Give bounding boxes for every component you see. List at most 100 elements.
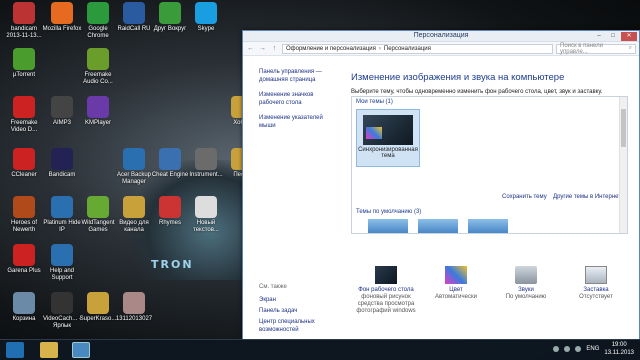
desktop-icon-label: Видео для канала [119,220,149,233]
address-field[interactable]: Оформление и персонализация › Персонализ… [282,43,553,54]
option-title[interactable]: Заставка [561,287,631,294]
desktop-icon[interactable]: Acer Backup Manager [114,148,154,186]
desktop-icon[interactable]: bandicam 2013-11-13... [4,2,44,40]
desktop-icon[interactable]: Видео для канала [114,196,154,234]
minimize-button[interactable]: – [593,32,605,41]
desktop-icon[interactable]: Garena Plus [4,244,44,275]
desktop-icon[interactable]: Друг Вокруг [150,2,190,33]
synced-theme-tile[interactable]: Синхронизированная тема [356,109,420,167]
default-theme-tile[interactable] [468,219,508,233]
app-icon [87,292,109,314]
app-icon [13,292,35,314]
volume-icon[interactable] [575,346,582,352]
title-bar[interactable]: Персонализация – □ ✕ [243,31,639,42]
back-arrow-icon[interactable]: ← [246,44,255,53]
desktop-icon[interactable]: Cheat Engine [150,148,190,179]
desktop-icon[interactable]: SuperKraso... [78,292,118,323]
scrollbar[interactable] [619,97,627,233]
app-icon [13,96,35,118]
app-icon [87,96,109,118]
color-option[interactable]: Цвет Автоматически [421,266,491,315]
desktop-icon[interactable]: Platinum Hide IP [42,196,82,234]
control-panel-home-link[interactable]: Панель управления — домашняя страница [259,68,338,84]
desktop-icon[interactable]: VideoCach... - Ярлык [42,292,82,330]
breadcrumb-item[interactable]: Оформление и персонализация [286,46,376,52]
desktop-icon-label: Корзина [12,316,36,322]
desktop-icon-label: Rhymes [158,220,181,226]
desktop-icon[interactable]: Rhymes [150,196,190,227]
clock[interactable]: 19:00 13.11.2013 [604,341,634,357]
desktop-icon-label: SuperKraso... [79,316,117,322]
tray-icon[interactable] [553,346,560,352]
desktop-icon[interactable]: Heroes of Newerth [4,196,44,234]
accessibility-link[interactable]: Центр специальных возможностей [259,318,338,334]
online-themes-link[interactable]: Другие темы в Интернете [553,194,624,200]
app-icon [123,196,145,218]
desktop-icon[interactable]: µTorrent [4,48,44,79]
taskbar-link[interactable]: Панель задач [259,307,338,315]
personalization-window: Персонализация – □ ✕ ← → ↑ Оформление и … [242,30,640,340]
my-themes-label: Мои темы (1) [356,99,393,105]
desktop-icon[interactable]: 13112013027 [114,292,154,323]
desktop-icon[interactable]: Mozilla Firefox [42,2,82,33]
app-icon [13,196,35,218]
save-theme-link[interactable]: Сохранить тему [502,194,547,200]
page-description: Выберите тему, чтобы одновременно измени… [351,89,603,95]
desktop-background-option[interactable]: Фон рабочего стола фоновый рисунок средс… [351,266,421,315]
desktop-icon[interactable]: Корзина [4,292,44,323]
desktop-icon[interactable]: Bandicam [42,148,82,179]
desktop-icons-link[interactable]: Изменение значков рабочего стола [259,91,338,107]
forward-arrow-icon[interactable]: → [258,44,267,53]
maximize-button[interactable]: □ [607,32,619,41]
desktop-icon-label: Skype [197,26,215,32]
default-theme-tile[interactable] [368,219,408,233]
sounds-icon [515,266,537,284]
mouse-pointers-link[interactable]: Изменение указателей мыши [259,114,338,130]
option-title[interactable]: Цвет [421,287,491,294]
breadcrumb-item[interactable]: Персонализация [384,46,431,52]
desktop-icon[interactable]: Google Chrome [78,2,118,40]
desktop-icon-label: VideoCach... - Ярлык [43,316,81,329]
option-title[interactable]: Звуки [491,287,561,294]
default-theme-tile[interactable] [418,219,458,233]
desktop-icon[interactable]: CCleaner [4,148,44,179]
up-arrow-icon[interactable]: ↑ [270,44,279,53]
desktop-icon[interactable]: Новый текстов... [186,196,226,234]
desktop-icon[interactable]: KMPlayer [78,96,118,127]
desktop-icon[interactable]: Help and Support [42,244,82,282]
default-themes-label: Темы по умолчанию (3) [356,209,422,215]
desktop-icon[interactable]: Skype [186,2,226,33]
app-icon [13,244,35,266]
display-link[interactable]: Экран [259,296,338,304]
desktop-icon[interactable]: Freemake Audio Co... [78,48,118,86]
desktop-icon-label: bandicam 2013-11-13... [6,26,42,39]
desktop-icon-label: Platinum Hide IP [43,220,81,233]
theme-name: Синхронизированная тема [358,147,418,159]
screensaver-option[interactable]: Заставка Отсутствует [561,266,631,315]
desktop-icon-label: WildTangent Games [81,220,115,233]
main-pane: Изменение изображения и звука на компьют… [351,56,639,339]
see-also-label: См. также [259,284,287,290]
search-icon[interactable]: ⌕ [629,45,632,52]
desktop-icon-label: Bandicam [48,172,76,178]
system-tray: ENG 19:00 13.11.2013 [553,341,634,357]
option-subtitle: Автоматически [435,294,477,300]
language-indicator[interactable]: ENG [586,346,599,352]
search-input[interactable]: Поиск в панели управле... ⌕ [556,43,636,55]
option-subtitle: По умолчанию [505,294,547,300]
desktop-icon[interactable]: Instrument... [186,148,226,179]
close-button[interactable]: ✕ [621,32,637,41]
theme-list: Мои темы (1) Синхронизированная тема Сох… [351,96,628,234]
desktop-icon[interactable]: AIMP3 [42,96,82,127]
windows-start-icon[interactable] [6,342,24,358]
scrollbar-thumb[interactable] [621,109,626,147]
desktop-icon[interactable]: RaidCall RU [114,2,154,33]
file-explorer-icon[interactable] [40,342,58,358]
tray-icon[interactable] [564,346,571,352]
control-panel-taskbar-icon[interactable] [72,342,90,358]
option-title[interactable]: Фон рабочего стола [351,287,421,294]
desktop-icon[interactable]: WildTangent Games [78,196,118,234]
app-icon [13,48,35,70]
sounds-option[interactable]: Звуки По умолчанию [491,266,561,315]
desktop-icon[interactable]: Freemake Video D... [4,96,44,134]
